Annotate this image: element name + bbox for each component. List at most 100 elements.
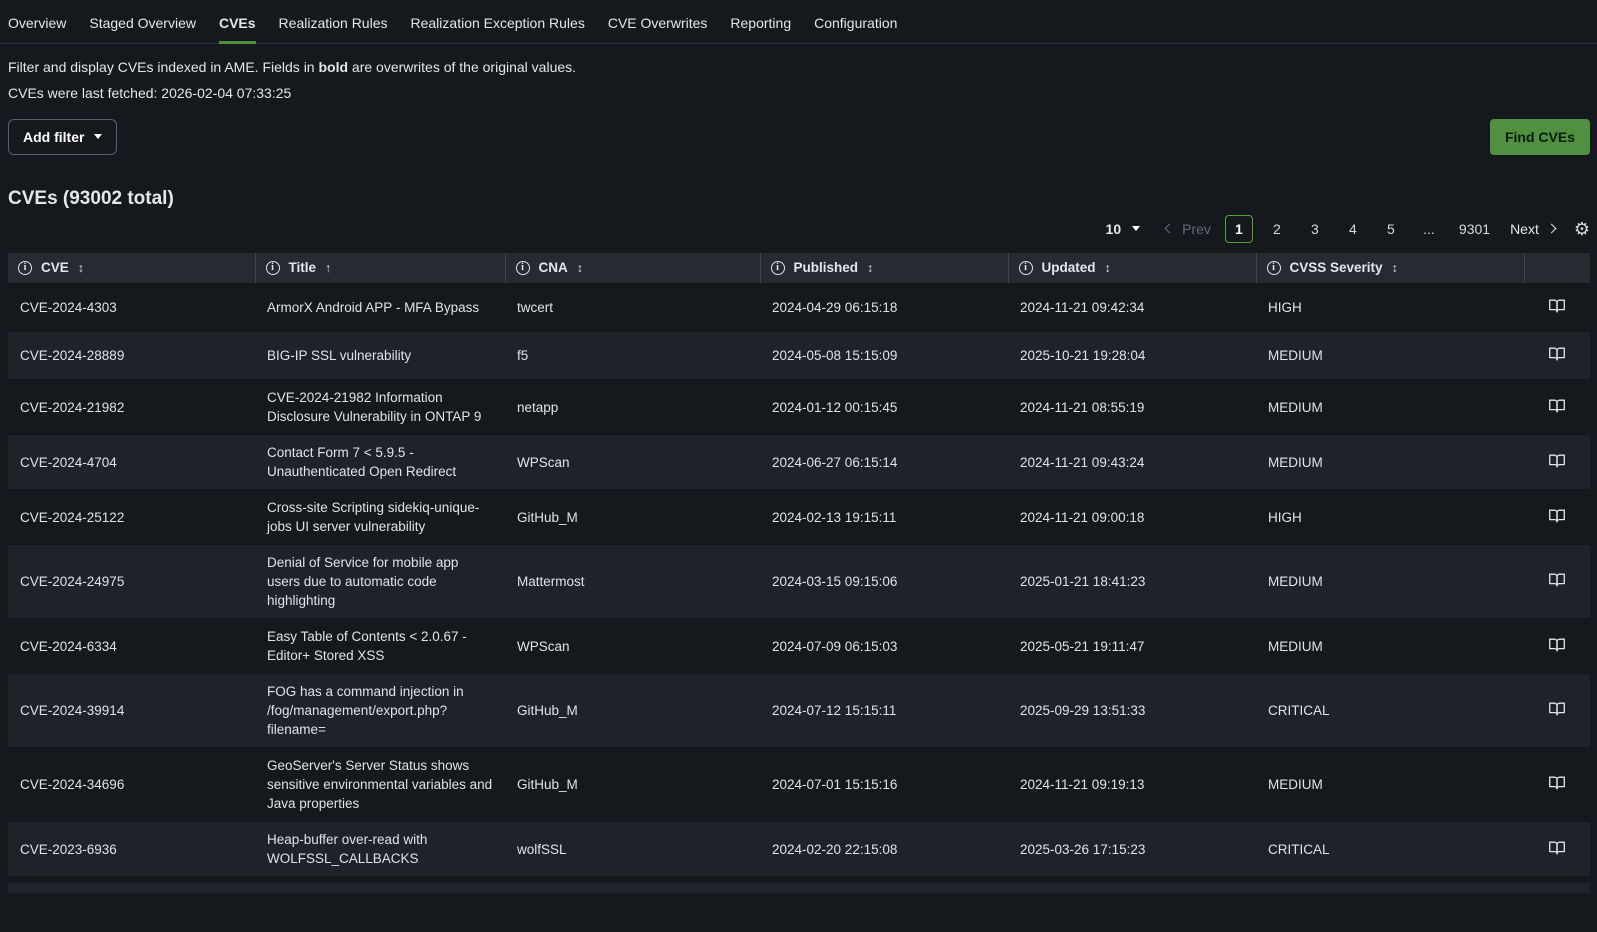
page-number-button[interactable]: 3 [1301, 215, 1329, 243]
partial-next-row [8, 883, 1590, 894]
open-details-button[interactable] [1546, 773, 1568, 793]
tab-label: Realization Exception Rules [410, 15, 585, 31]
tab-realization-rules[interactable]: Realization Rules [279, 15, 388, 44]
tab-configuration[interactable]: Configuration [814, 15, 897, 44]
intro-text: Filter and display CVEs indexed in AME. … [8, 59, 1590, 102]
published-cell: 2024-05-08 15:15:09 [772, 348, 898, 364]
cna-cell: WPScan [517, 454, 570, 470]
tab-list: Overview Staged Overview CVEs Realizatio… [8, 15, 1590, 44]
column-header-title[interactable]: Title ↑ [254, 252, 505, 285]
book-open-icon [1549, 841, 1565, 855]
page-number-button[interactable]: 5 [1377, 215, 1405, 243]
table-row: CVE-2024-6334 Easy Table of Contents < 2… [8, 618, 1590, 674]
page-number-button[interactable]: 4 [1339, 215, 1367, 243]
cna-cell: Mattermost [517, 574, 585, 590]
column-header-cve[interactable]: CVE ↕ [8, 252, 255, 285]
page-size-value: 10 [1105, 220, 1122, 237]
prev-label: Prev [1182, 220, 1211, 237]
updated-cell: 2025-01-21 18:41:23 [1020, 574, 1146, 590]
tab-cves[interactable]: CVEs [218, 15, 256, 44]
cna-cell: wolfSSL [517, 841, 567, 857]
column-header-published[interactable]: Published ↕ [759, 252, 1008, 285]
column-label: CVE [41, 260, 69, 276]
cve-id-cell: CVE-2024-21982 [20, 399, 125, 415]
tab-realization-exception-rules[interactable]: Realization Exception Rules [411, 15, 585, 44]
cve-table: CVE ↕ Title ↑ CNA ↕ Published ↕ Updated ↕ CVS… [8, 252, 1590, 877]
open-details-button[interactable] [1546, 699, 1568, 719]
published-cell: 2024-04-29 06:15:18 [772, 300, 898, 316]
tab-overview[interactable]: Overview [8, 15, 66, 44]
severity-cell: HIGH [1268, 509, 1302, 525]
tab-label: Realization Rules [278, 15, 388, 31]
column-label: Title [288, 260, 317, 276]
column-header-cna[interactable]: CNA ↕ [504, 252, 760, 285]
prev-page-button[interactable]: Prev [1164, 220, 1211, 237]
page-size-select[interactable]: 10 [1106, 221, 1141, 237]
cve-id-cell: CVE-2024-39914 [20, 703, 125, 719]
table-row: CVE-2024-24975 Denial of Service for mob… [8, 544, 1590, 619]
updated-cell: 2024-11-21 09:19:13 [1020, 777, 1145, 793]
book-open-icon [1549, 509, 1565, 523]
column-header-cvss-severity[interactable]: CVSS Severity ↕ [1255, 252, 1524, 285]
tab-staged-overview[interactable]: Staged Overview [89, 15, 196, 44]
published-cell: 2024-03-15 09:15:06 [772, 574, 898, 590]
updated-cell: 2025-09-29 13:51:33 [1020, 703, 1146, 719]
severity-cell: MEDIUM [1268, 638, 1323, 654]
table-row: CVE-2024-4303 ArmorX Android APP - MFA B… [8, 283, 1590, 332]
title-cell: BIG-IP SSL vulnerability [267, 348, 412, 364]
tab-cve-overwrites[interactable]: CVE Overwrites [608, 15, 708, 44]
open-details-button[interactable] [1546, 451, 1568, 471]
table-row: CVE-2024-25122 Cross-site Scripting side… [8, 489, 1590, 545]
tab-label: Staged Overview [89, 15, 196, 31]
cve-id-cell: CVE-2024-28889 [20, 348, 125, 364]
open-details-button[interactable] [1546, 838, 1568, 858]
page-title: CVEs (93002 total) [8, 187, 174, 209]
title-cell: Contact Form 7 < 5.9.5 - Unauthenticated… [267, 445, 457, 480]
column-header-updated[interactable]: Updated ↕ [1007, 252, 1256, 285]
page-ellipsis[interactable]: ... [1415, 215, 1443, 243]
page-number-button[interactable]: 1 [1224, 214, 1253, 243]
cve-id-cell: CVE-2023-6936 [20, 841, 117, 857]
find-cves-button[interactable]: Find CVEs [1489, 118, 1590, 155]
gear-icon[interactable]: ⚙ [1574, 220, 1590, 238]
add-filter-button[interactable]: Add filter [8, 118, 118, 155]
chevron-left-icon [1164, 223, 1175, 234]
published-cell: 2024-01-12 00:15:45 [772, 399, 898, 415]
title-cell: ArmorX Android APP - MFA Bypass [267, 300, 480, 316]
next-page-button[interactable]: Next [1510, 221, 1557, 237]
title-cell: Easy Table of Contents < 2.0.67 - Editor… [267, 629, 467, 664]
open-details-button[interactable] [1546, 635, 1568, 655]
cna-cell: netapp [517, 399, 559, 415]
title-cell: Denial of Service for mobile app users d… [267, 555, 459, 609]
cna-cell: GitHub_M [517, 777, 578, 793]
table-row: CVE-2024-21982 CVE-2024-21982 Informatio… [8, 379, 1590, 435]
sort-icon: ↕ [867, 260, 874, 275]
cna-cell: f5 [517, 348, 529, 364]
published-cell: 2024-07-09 06:15:03 [772, 638, 898, 654]
page-number-button[interactable]: 9301 [1453, 215, 1496, 243]
tab-label: CVE Overwrites [607, 15, 708, 31]
caret-down-icon [1132, 226, 1141, 232]
tab-reporting[interactable]: Reporting [730, 15, 791, 44]
cna-cell: twcert [517, 300, 554, 316]
info-icon [1266, 260, 1281, 275]
published-cell: 2024-07-12 15:15:11 [772, 703, 897, 719]
cve-id-cell: CVE-2024-4303 [20, 300, 117, 316]
published-cell: 2024-02-13 19:15:11 [772, 509, 897, 525]
sort-icon: ↕ [1104, 260, 1111, 275]
open-details-button[interactable] [1546, 344, 1568, 364]
updated-cell: 2024-11-21 09:00:18 [1020, 509, 1145, 525]
page-number-button[interactable]: 2 [1263, 215, 1291, 243]
column-label: CVSS Severity [1289, 260, 1383, 276]
table-row: CVE-2024-39914 FOG has a command injecti… [8, 673, 1590, 748]
cna-cell: GitHub_M [517, 509, 578, 525]
tab-label: Overview [8, 15, 67, 31]
info-icon [265, 260, 280, 275]
book-open-icon [1549, 454, 1565, 468]
open-details-button[interactable] [1546, 506, 1568, 526]
sort-asc-icon: ↑ [325, 260, 332, 275]
open-details-button[interactable] [1546, 570, 1568, 590]
cna-cell: WPScan [517, 638, 570, 654]
open-details-button[interactable] [1546, 296, 1568, 316]
open-details-button[interactable] [1546, 396, 1568, 416]
